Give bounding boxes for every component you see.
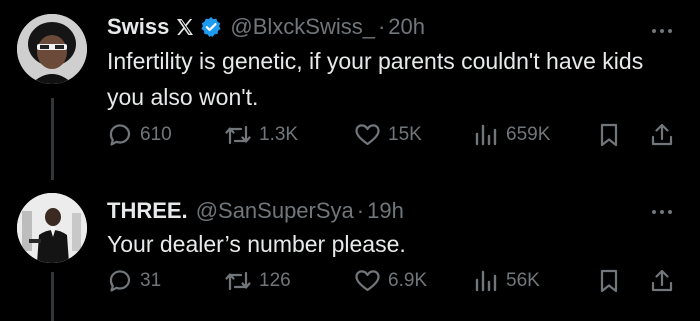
separator-dot: · bbox=[356, 198, 365, 223]
bookmark-icon bbox=[597, 268, 621, 294]
retweet-icon bbox=[224, 268, 252, 294]
more-options-button[interactable] bbox=[652, 29, 672, 33]
reply-count: 610 bbox=[140, 124, 172, 145]
action-bar: 31 126 6.9K 56K bbox=[107, 268, 690, 298]
retweet-icon bbox=[224, 122, 252, 148]
reply-icon bbox=[107, 268, 133, 294]
display-name[interactable]: Swiss bbox=[107, 13, 169, 41]
bookmark-button[interactable] bbox=[597, 268, 621, 294]
like-icon bbox=[354, 268, 381, 294]
retweet-button[interactable]: 1.3K bbox=[224, 122, 298, 148]
display-name[interactable]: THREE. bbox=[107, 197, 188, 225]
views-count: 659K bbox=[506, 124, 551, 145]
views-button[interactable]: 659K bbox=[473, 122, 550, 148]
views-icon bbox=[473, 122, 499, 148]
views-count: 56K bbox=[506, 270, 540, 291]
retweet-count: 126 bbox=[259, 270, 291, 291]
timestamp[interactable]: 19h bbox=[367, 197, 404, 225]
user-handle[interactable]: @SanSuperSya bbox=[196, 197, 354, 225]
tweet-text: Your dealer’s number please. bbox=[107, 231, 406, 257]
like-count: 15K bbox=[388, 124, 422, 145]
avatar-portrait-image bbox=[17, 14, 87, 84]
action-bar: 610 1.3K 15K 659K bbox=[107, 122, 690, 152]
more-options-button[interactable] bbox=[652, 210, 672, 214]
verified-badge-icon bbox=[200, 16, 222, 38]
more-icon bbox=[652, 29, 656, 33]
reply-count: 31 bbox=[140, 270, 162, 291]
share-button[interactable] bbox=[650, 122, 674, 148]
like-icon bbox=[354, 122, 381, 148]
like-button[interactable]: 6.9K bbox=[354, 268, 427, 294]
like-button[interactable]: 15K bbox=[354, 122, 422, 148]
avatar-portrait-image bbox=[17, 193, 87, 263]
views-icon bbox=[473, 268, 499, 294]
share-icon bbox=[650, 268, 674, 294]
bookmark-icon bbox=[597, 122, 621, 148]
tweet-header: Swiss @BlxckSwiss_ · 20h bbox=[107, 13, 425, 41]
reply-button[interactable]: 31 bbox=[107, 268, 161, 294]
x-logo-icon bbox=[175, 17, 195, 37]
tweet-text: Infertility is genetic, if your parents … bbox=[107, 48, 644, 110]
views-button[interactable]: 56K bbox=[473, 268, 540, 294]
like-count: 6.9K bbox=[388, 270, 428, 291]
bookmark-button[interactable] bbox=[597, 122, 621, 148]
retweet-count: 1.3K bbox=[259, 124, 299, 145]
avatar[interactable] bbox=[17, 14, 87, 84]
separator-dot: · bbox=[377, 14, 386, 39]
share-icon bbox=[650, 122, 674, 148]
retweet-button[interactable]: 126 bbox=[224, 268, 291, 294]
user-handle[interactable]: @BlxckSwiss_ bbox=[230, 13, 375, 41]
share-button[interactable] bbox=[650, 268, 674, 294]
reply-button[interactable]: 610 bbox=[107, 122, 172, 148]
more-icon bbox=[652, 210, 656, 214]
tweet-header: THREE. @SanSuperSya · 19h bbox=[107, 197, 404, 225]
avatar[interactable] bbox=[17, 193, 87, 263]
timestamp[interactable]: 20h bbox=[388, 13, 425, 41]
reply-icon bbox=[107, 122, 133, 148]
